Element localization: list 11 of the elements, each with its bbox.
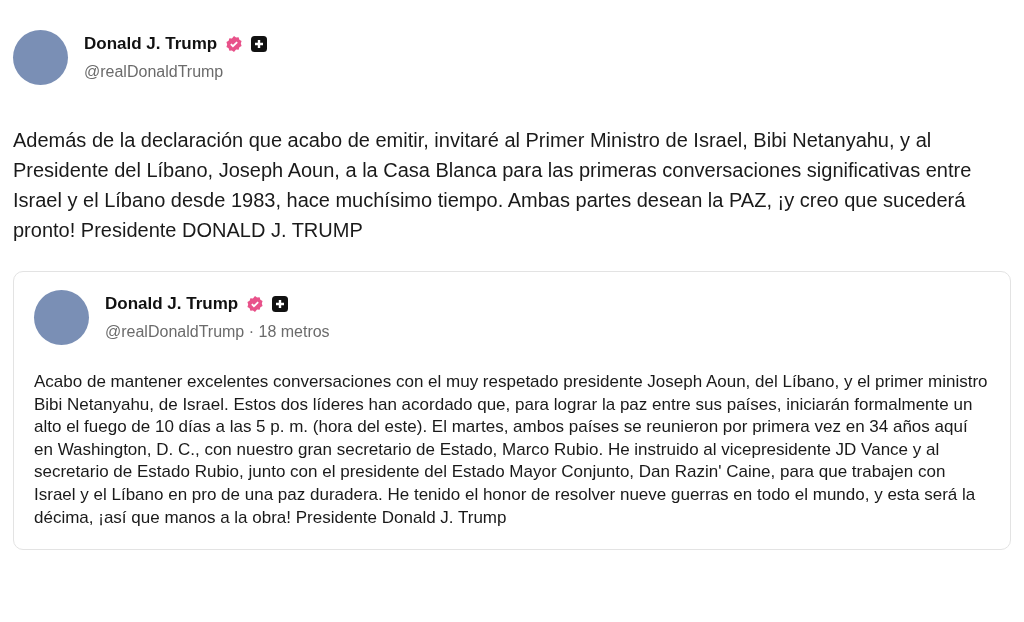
plus-icon [272,295,289,312]
author-name[interactable]: Donald J. Trump [84,30,218,57]
avatar[interactable] [34,290,89,345]
avatar[interactable] [13,30,68,85]
plus-icon [251,35,268,52]
author-name[interactable]: Donald J. Trump [105,290,239,317]
quoted-post-card[interactable] [13,271,1011,551]
post-text: Además de la declaración que acabo de emitir, invitaré al Primer Ministro de Israel, Bibi Netanyahu, y al Presidente del Líbano, Joseph Aoun, a la Casa Blanca para las primeras conversaciones significativas entre Israel y el Líbano desde 1983, hace muchísimo tiempo. Ambas partes desean la PAZ, ¡y creo que sucederá pronto! Presidente DONALD J. TRUMP [13,128,973,243]
author-handle: @realDonaldTrump · 18 metros [105,322,330,343]
author-handle: @realDonaldTrump [84,62,225,83]
quoted-post-text: Acabo de mantener excelentes conversaciones con el muy respetado presidente Joseph Aoun, del Líbano, y el primer ministro Bibi Netanyahu, de Israel. Estos dos líderes han acordado que, para lograr la paz entre sus países, iniciarán formalmente un alto el fuego de 10 días a las 5 p. m. (hora del este). El martes, ambos países se reunieron por primera vez en 34 años aquí en Washington, D. C., con nuestro gran secretario de Estado, Marco Rubio. He instruido al vicepresidente JD Vance y al secretario de Estado Rubio, junto con el presidente del Estado Mayor Conjunto, Dan Razin' Caine, para que trabajen con Israel y el Líbano en pro de una paz duradera. He tenido el honor de resolver nueve guerras en todo el mundo, y esta será la décima, ¡así que manos a la obra! Presidente Donald J. Trump [34,371,989,529]
